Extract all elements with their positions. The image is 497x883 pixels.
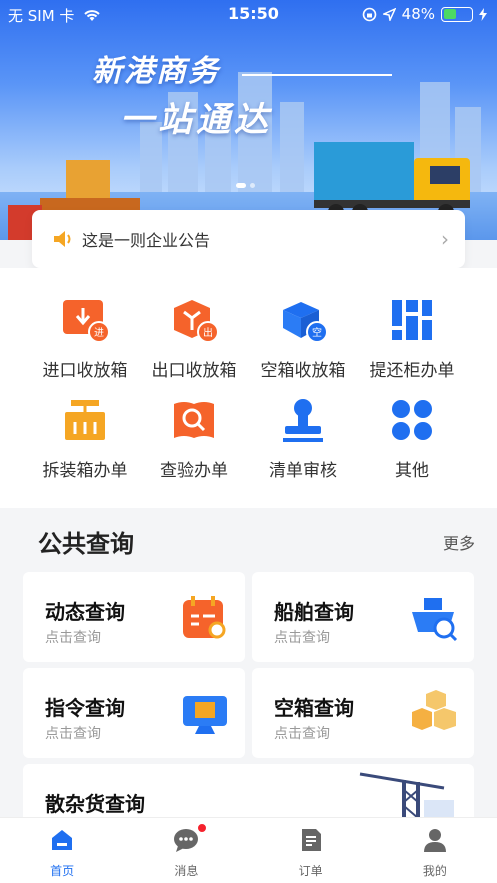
service-label: 其他: [395, 461, 429, 481]
monitor-icon: [183, 696, 227, 734]
calendar-icon: [183, 596, 226, 639]
tab-label: 订单: [298, 864, 323, 878]
empty-box-icon: 空: [283, 302, 328, 343]
card-title: 船舶查询: [274, 600, 354, 624]
service-export-box[interactable]: 出 出口收放箱: [134, 296, 254, 381]
card-subtitle: 点击查询: [274, 726, 330, 742]
carousel-indicator[interactable]: [236, 183, 255, 188]
building: [280, 102, 304, 192]
other-icon: [392, 400, 432, 440]
tab-profile[interactable]: 我的: [373, 818, 497, 883]
battery-percent: 48%: [401, 5, 435, 23]
carousel-dot[interactable]: [250, 183, 255, 188]
service-unpack[interactable]: 拆装箱办单: [25, 396, 145, 481]
service-empty-box[interactable]: 空 空箱收放箱: [243, 296, 363, 381]
status-bar: 无 SIM 卡 15:50 48%: [0, 0, 497, 28]
announcement-text: 这是一则企业公告: [82, 231, 211, 250]
card-title: 散杂货查询: [45, 792, 145, 816]
query-card-instruction[interactable]: 指令查询 点击查询: [23, 668, 245, 758]
service-list-review[interactable]: 清单审核: [243, 396, 363, 481]
crane-illustration: [359, 772, 454, 824]
service-inspect[interactable]: 查验办单: [134, 396, 254, 481]
charging-icon: [479, 7, 487, 21]
carrier-label: 无 SIM 卡: [8, 5, 101, 26]
card-subtitle: 点击查询: [45, 630, 101, 646]
slogan-divider: [242, 74, 392, 76]
wifi-icon: [84, 10, 100, 21]
speaker-icon: [54, 231, 71, 247]
query-card-empty-box[interactable]: 空箱查询 点击查询: [252, 668, 474, 758]
status-right: 48%: [362, 5, 487, 23]
query-card-vessel[interactable]: 船舶查询 点击查询: [252, 572, 474, 662]
query-card-bulk[interactable]: 散杂货查询: [23, 764, 474, 824]
card-title: 指令查询: [45, 696, 125, 720]
service-label: 拆装箱办单: [42, 461, 128, 481]
service-label: 清单审核: [269, 461, 337, 481]
card-subtitle: 点击查询: [45, 726, 101, 742]
service-label: 空箱收放箱: [260, 361, 346, 381]
service-label: 出口收放箱: [151, 361, 237, 381]
section-title: 公共查询: [38, 530, 134, 558]
carousel-dot-active[interactable]: [236, 183, 246, 188]
banner-slogan: 新港商务 一站通达: [92, 46, 392, 141]
tab-orders[interactable]: 订单: [249, 818, 373, 883]
service-label: 提还柜办单: [369, 361, 455, 381]
card-title: 动态查询: [45, 600, 125, 624]
notification-badge: [196, 822, 209, 834]
export-box-icon: 出: [174, 300, 219, 343]
grid-icon: [392, 300, 432, 340]
service-import-box[interactable]: 进 进口收放箱: [25, 296, 145, 381]
tab-label: 消息: [174, 864, 199, 878]
inspect-icon: [174, 402, 214, 438]
service-other[interactable]: 其他: [352, 396, 472, 481]
user-icon: [423, 829, 446, 852]
tab-home[interactable]: 首页: [0, 818, 124, 883]
tab-bar: 首页 消息 订单 我的: [0, 817, 497, 883]
tab-label: 首页: [50, 864, 75, 878]
clock: 15:50: [228, 4, 279, 23]
tab-messages[interactable]: 消息: [124, 818, 248, 883]
more-link[interactable]: 更多: [443, 530, 475, 554]
stamp-icon: [283, 399, 323, 442]
svg-text:空: 空: [312, 326, 322, 339]
tab-label: 我的: [422, 864, 447, 878]
battery-icon: [441, 6, 473, 22]
card-title: 空箱查询: [274, 696, 354, 720]
banner[interactable]: 新港商务 一站通达 无 SIM 卡 15:50 48%: [0, 0, 497, 240]
slogan-line1: 新港商务: [92, 54, 220, 89]
location-icon: [382, 7, 396, 21]
unpack-icon: [65, 400, 105, 440]
slogan-line2: 一站通达: [120, 100, 272, 140]
svg-text:进: 进: [94, 327, 104, 339]
svg-text:出: 出: [203, 326, 213, 339]
boxes-icon: [412, 690, 456, 730]
card-subtitle: 点击查询: [274, 630, 330, 646]
document-icon: [301, 829, 321, 851]
rotation-lock-icon: [362, 7, 376, 21]
service-grid: 进 进口收放箱 出 出口收放箱 空 空箱收放箱 提还柜办单 拆装箱办单 查验办单…: [0, 268, 497, 508]
home-icon: [52, 830, 73, 850]
query-card-dynamic[interactable]: 动态查询 点击查询: [23, 572, 245, 662]
carrier-text: 无 SIM 卡: [8, 7, 75, 25]
announcement-bar[interactable]: 这是一则企业公告 ›: [32, 210, 465, 268]
ship-icon: [412, 598, 458, 642]
service-label: 查验办单: [160, 461, 228, 481]
import-box-icon: 进: [63, 300, 110, 343]
service-label: 进口收放箱: [42, 361, 128, 381]
chevron-right-icon: ›: [441, 227, 449, 251]
service-grid-order[interactable]: 提还柜办单: [352, 296, 472, 381]
